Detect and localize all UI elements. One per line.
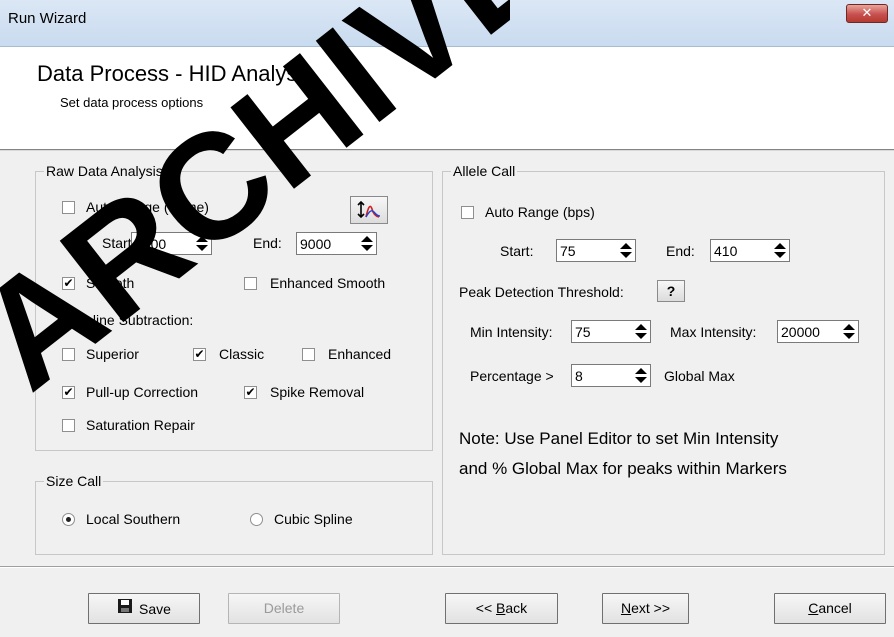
allele-end-label: End:	[666, 243, 695, 259]
allele-start-label: Start:	[500, 243, 534, 259]
size-call-legend: Size Call	[46, 473, 102, 489]
delete-label: Delete	[263, 600, 305, 616]
superior-checkbox[interactable]	[62, 348, 75, 361]
close-button[interactable]: ✕	[846, 4, 888, 23]
auto-range-frame-label: Auto Range (frame)	[86, 199, 209, 215]
saturation-repair-checkbox[interactable]	[62, 419, 75, 432]
page-subtitle: Set data process options	[60, 95, 204, 110]
pullup-correction-checkbox[interactable]: ✔	[62, 386, 75, 399]
note-line-1: Note: Use Panel Editor to set Min Intens…	[459, 429, 779, 448]
auto-range-bps-checkbox[interactable]	[461, 206, 474, 219]
allele-start-value: 75	[560, 243, 576, 259]
spinner-arrows[interactable]	[771, 241, 788, 260]
spike-removal-checkbox[interactable]: ✔	[244, 386, 257, 399]
allele-end-value: 410	[714, 243, 738, 259]
raw-end-spinner[interactable]: 9000	[296, 232, 377, 255]
page-title: Data Process - HID Analysis	[37, 61, 314, 86]
allele-start-spinner[interactable]: 75	[556, 239, 636, 262]
help-icon: ?	[666, 283, 676, 299]
raw-end-value: 9000	[300, 236, 332, 252]
enhanced-label: Enhanced	[328, 346, 392, 362]
min-intensity-value: 75	[575, 324, 591, 340]
next-button[interactable]: Next >>	[602, 593, 689, 624]
auto-range-frame-checkbox[interactable]	[62, 201, 75, 214]
note-line-2: and % Global Max for peaks within Marker…	[459, 459, 787, 478]
window-title: Run Wizard	[8, 10, 87, 27]
back-accesskey: B	[496, 600, 506, 616]
percentage-spinner[interactable]: 8	[571, 364, 651, 387]
superior-label: Superior	[86, 346, 139, 362]
close-icon: ✕	[861, 5, 873, 20]
save-icon	[117, 595, 133, 624]
save-label: Save	[139, 600, 171, 617]
help-button[interactable]: ?	[657, 280, 685, 302]
footer-divider	[0, 566, 894, 568]
spinner-arrows[interactable]	[193, 234, 210, 253]
cancel-button[interactable]: Cancel	[774, 593, 886, 624]
chart-button[interactable]	[350, 196, 388, 224]
percentage-label: Percentage >	[470, 368, 554, 384]
auto-range-bps-label: Auto Range (bps)	[485, 204, 595, 220]
back-prefix: <<	[475, 600, 497, 616]
allele-end-spinner[interactable]: 410	[710, 239, 790, 262]
cubic-spline-radio[interactable]	[250, 513, 263, 526]
smooth-checkbox[interactable]: ✔	[62, 277, 75, 290]
enhanced-smooth-checkbox[interactable]	[244, 277, 257, 290]
title-bar: Run Wizard ✕	[0, 0, 894, 47]
back-label: ack	[505, 600, 528, 616]
min-intensity-spinner[interactable]: 75	[571, 320, 651, 343]
max-intensity-value: 20000	[781, 324, 820, 340]
spinner-arrows[interactable]	[632, 366, 649, 385]
spike-removal-label: Spike Removal	[270, 384, 365, 400]
back-button[interactable]: << Back	[445, 593, 558, 624]
classic-checkbox[interactable]: ✔	[193, 348, 206, 361]
allele-call-legend: Allele Call	[453, 163, 516, 179]
max-intensity-label: Max Intensity:	[670, 324, 757, 340]
saturation-repair-label: Saturation Repair	[86, 417, 195, 433]
min-intensity-label: Min Intensity:	[470, 324, 553, 340]
spinner-arrows[interactable]	[840, 322, 857, 341]
next-label: ext >>	[631, 600, 671, 616]
raw-start-spinner[interactable]: 2300	[131, 232, 212, 255]
raw-end-label: End:	[253, 235, 282, 251]
percentage-value: 8	[575, 368, 583, 384]
spinner-arrows[interactable]	[617, 241, 634, 260]
enhanced-checkbox[interactable]	[302, 348, 315, 361]
global-max-label: Global Max	[664, 368, 735, 384]
spinner-arrows[interactable]	[632, 322, 649, 341]
cubic-spline-label: Cubic Spline	[274, 511, 353, 527]
chart-icon	[357, 200, 381, 219]
local-southern-label: Local Southern	[86, 511, 181, 527]
enhanced-smooth-label: Enhanced Smooth	[270, 275, 386, 291]
pullup-correction-label: Pull-up Correction	[86, 384, 199, 400]
smooth-label: Smooth	[86, 275, 135, 291]
baseline-subtraction-label: Baseline Subtraction:	[61, 312, 194, 328]
spinner-arrows[interactable]	[358, 234, 375, 253]
save-button[interactable]: Save	[88, 593, 200, 624]
local-southern-radio[interactable]	[62, 513, 75, 526]
raw-data-analysis-legend: Raw Data Analysis	[46, 163, 163, 179]
delete-button[interactable]: Delete	[228, 593, 340, 624]
cancel-label: ancel	[818, 600, 852, 616]
wizard-header: Data Process - HID Analysis Set data pro…	[0, 47, 894, 151]
allele-call-group: Allele Call	[442, 163, 885, 555]
raw-start-value: 2300	[135, 236, 167, 252]
next-accesskey: N	[620, 600, 632, 616]
classic-label: Classic	[219, 346, 265, 362]
peak-detection-threshold-label: Peak Detection Threshold:	[459, 284, 624, 300]
max-intensity-spinner[interactable]: 20000	[777, 320, 859, 343]
cancel-accesskey: C	[808, 600, 819, 616]
